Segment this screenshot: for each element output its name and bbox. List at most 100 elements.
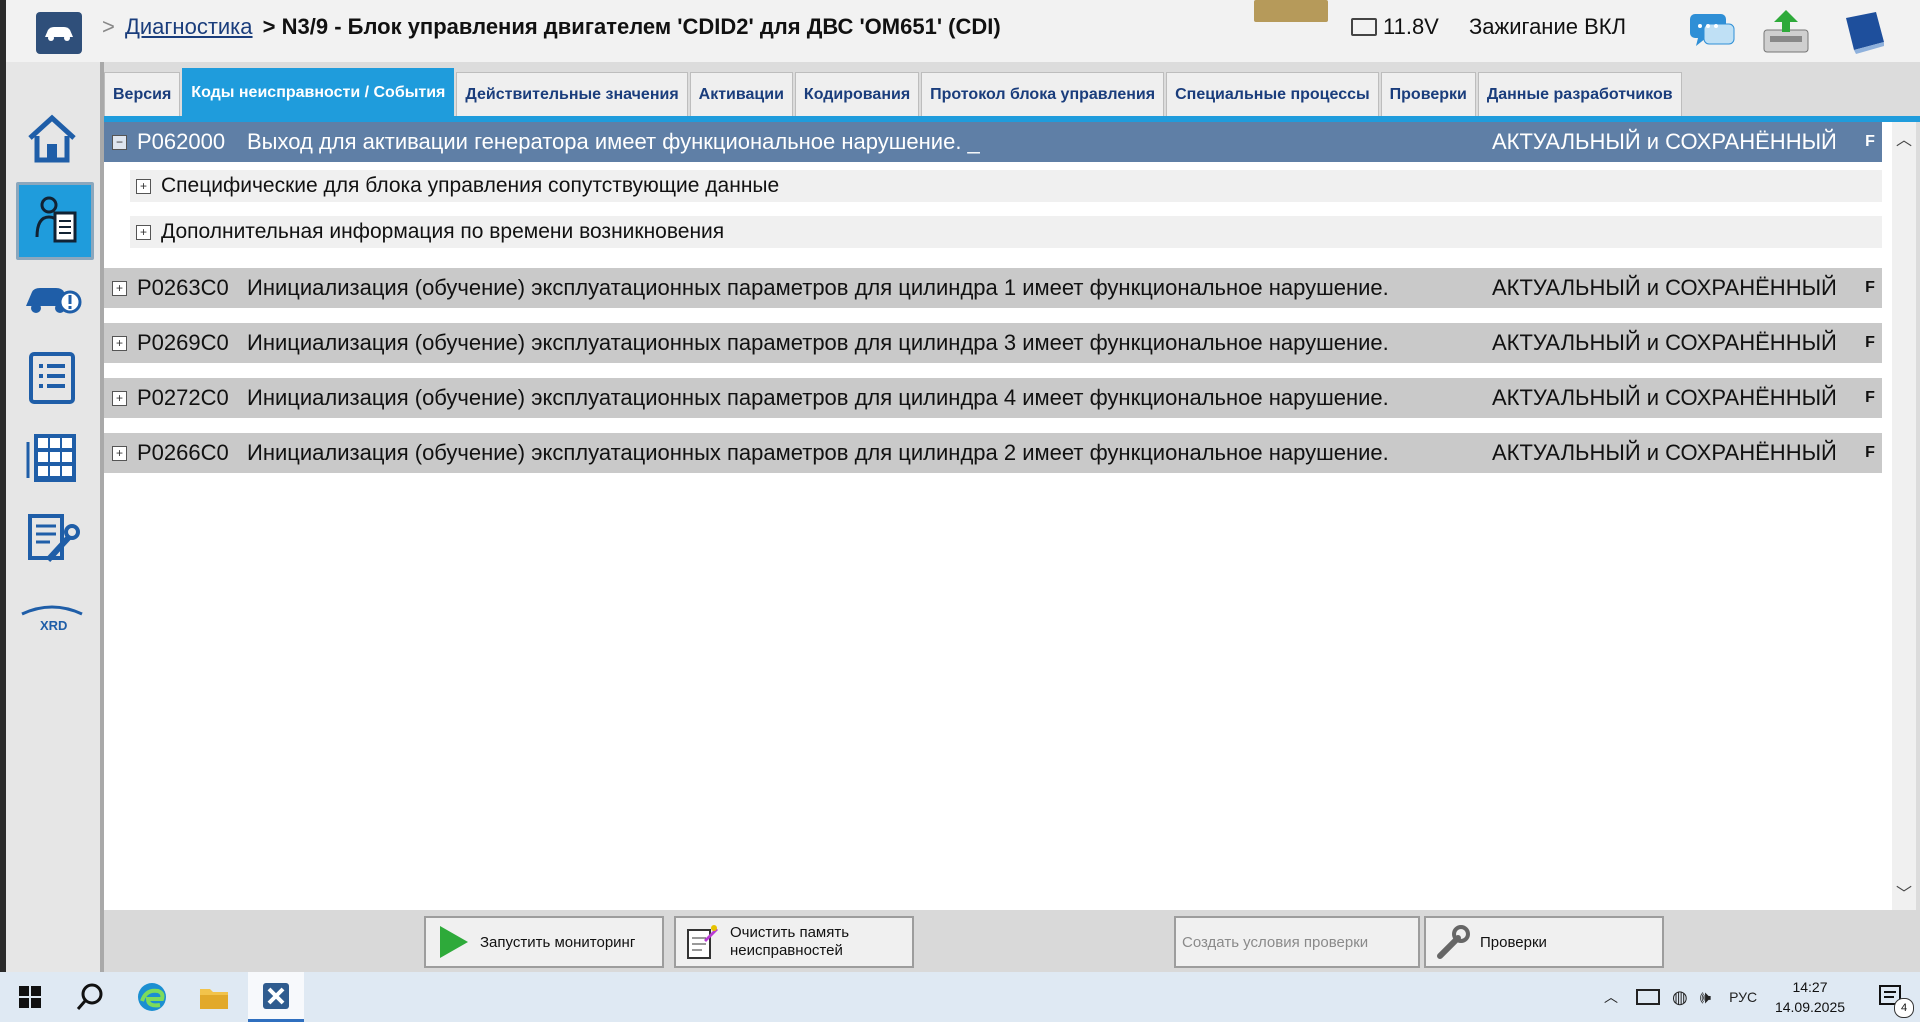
- subrow-label: Дополнительная информация по времени воз…: [161, 220, 725, 243]
- header-bar: > Диагностика > N3/9 - Блок управления д…: [6, 0, 1920, 62]
- language-indicator[interactable]: РУС: [1729, 989, 1757, 1005]
- tab-activations[interactable]: Активации: [689, 72, 793, 118]
- notification-count-badge: 4: [1894, 998, 1914, 1018]
- upload-printer-icon[interactable]: [1758, 6, 1814, 56]
- fault-subrow[interactable]: + Дополнительная информация по времени в…: [130, 216, 1882, 248]
- windows-icon: [19, 986, 41, 1008]
- xentry-app-button[interactable]: [248, 972, 304, 1022]
- tab-version[interactable]: Версия: [104, 72, 181, 118]
- left-navigation: XRD: [6, 62, 104, 972]
- breadcrumb: > Диагностика > N3/9 - Блок управления д…: [102, 14, 1001, 40]
- fault-row[interactable]: − P062000 Выход для активации генератора…: [104, 122, 1882, 162]
- vertical-scrollbar[interactable]: ︿ ﹀: [1892, 122, 1916, 910]
- start-monitoring-label: Запустить мониторинг: [480, 933, 636, 951]
- diagnostics-icon: [35, 196, 77, 243]
- tab-control-unit-log[interactable]: Протокол блока управления: [921, 72, 1165, 118]
- create-test-conditions-button[interactable]: Создать условия проверки: [1174, 916, 1420, 968]
- fault-row[interactable]: + P0272C0 Инициализация (обучение) экспл…: [104, 378, 1882, 418]
- list-icon: [29, 352, 75, 404]
- xrd-logo-icon: XRD: [21, 605, 83, 633]
- nav-xrd[interactable]: XRD: [16, 582, 88, 654]
- fault-description: Инициализация (обучение) эксплуатационны…: [247, 385, 1389, 410]
- fault-code: P062000: [137, 129, 226, 154]
- nav-documents[interactable]: [16, 502, 88, 574]
- globe-icon[interactable]: ◍: [1672, 987, 1688, 1008]
- start-button[interactable]: [2, 972, 58, 1022]
- fault-flag: F: [1865, 444, 1875, 461]
- fault-code: P0272C0: [137, 385, 229, 410]
- clear-memory-line1: Очистить память: [730, 924, 850, 941]
- chat-icon[interactable]: [1684, 6, 1740, 56]
- breadcrumb-diagnostics-link[interactable]: Диагностика: [125, 14, 253, 39]
- system-tray: ︿ ◍ 🕪 РУС: [1604, 972, 1757, 1022]
- nav-diagnostics[interactable]: [16, 182, 94, 260]
- play-icon: [432, 922, 472, 962]
- wrench-icon: [1432, 922, 1472, 962]
- fault-status: АКТУАЛЬНЫЙ и СОХРАНЁННЫЙ: [1492, 330, 1837, 355]
- collapse-icon[interactable]: −: [112, 134, 127, 150]
- expand-icon[interactable]: +: [112, 335, 127, 351]
- toolbox-icon: [1254, 0, 1328, 22]
- windows-taskbar: ︿ ◍ 🕪 РУС 14:27 14.09.2025 4: [0, 972, 1920, 1022]
- home-icon: [28, 114, 76, 163]
- nav-vehicle-alert[interactable]: [16, 262, 88, 334]
- document-wrench-icon: [28, 514, 80, 563]
- tab-developer-data[interactable]: Данные разработчиков: [1477, 72, 1682, 118]
- search-button[interactable]: [62, 972, 118, 1022]
- fault-row[interactable]: + P0266C0 Инициализация (обучение) экспл…: [104, 433, 1882, 473]
- ignition-status: Зажигание ВКЛ: [1469, 14, 1627, 39]
- tab-tests[interactable]: Проверки: [1380, 72, 1476, 118]
- start-monitoring-button[interactable]: Запустить мониторинг: [424, 916, 664, 968]
- nav-modules[interactable]: [16, 422, 88, 494]
- tab-actual-values[interactable]: Действительные значения: [456, 72, 688, 118]
- tab-codings[interactable]: Кодирования: [794, 72, 920, 118]
- tests-button[interactable]: Проверки: [1424, 916, 1664, 968]
- clock-time: 14:27: [1792, 979, 1828, 995]
- tests-label: Проверки: [1480, 933, 1547, 951]
- battery-icon: [1351, 18, 1377, 36]
- battery-voltage: 11.8V: [1351, 14, 1439, 40]
- edge-browser-button[interactable]: [124, 972, 180, 1022]
- clock-date: 14.09.2025: [1774, 999, 1846, 1015]
- battery-tray-icon[interactable]: [1636, 989, 1660, 1005]
- fault-row[interactable]: + P0269C0 Инициализация (обучение) экспл…: [104, 323, 1882, 363]
- voltage-value: 11.8V: [1383, 14, 1439, 39]
- fault-subrow[interactable]: + Специфические для блока управления соп…: [130, 170, 1882, 202]
- scroll-up-icon[interactable]: ︿: [1896, 126, 1912, 150]
- file-explorer-button[interactable]: [186, 972, 242, 1022]
- help-book-icon[interactable]: [1836, 6, 1892, 56]
- clock[interactable]: 14:27 14.09.2025: [1770, 977, 1850, 1017]
- expand-icon[interactable]: +: [112, 445, 127, 461]
- fault-status: АКТУАЛЬНЫЙ и СОХРАНЁННЫЙ: [1492, 275, 1837, 300]
- tab-bar: Версия Коды неисправности / События Дейс…: [104, 68, 1682, 118]
- action-bar: Запустить мониторинг Очистить память неи…: [104, 910, 1920, 972]
- clear-fault-memory-label: Очистить память неисправностей: [730, 924, 849, 960]
- fault-description: Инициализация (обучение) эксплуатационны…: [247, 330, 1389, 355]
- modules-grid-icon: [26, 434, 76, 482]
- fault-flag: F: [1865, 334, 1875, 351]
- nav-list[interactable]: [16, 342, 88, 414]
- nav-home[interactable]: [16, 102, 88, 174]
- create-test-conditions-label: Создать условия проверки: [1182, 933, 1369, 951]
- expand-icon[interactable]: +: [136, 178, 151, 194]
- clear-fault-memory-button[interactable]: Очистить память неисправностей: [674, 916, 914, 968]
- fault-flag: F: [1865, 279, 1875, 296]
- subrow-label: Специфические для блока управления сопут…: [161, 174, 780, 197]
- fault-status: АКТУАЛЬНЫЙ и СОХРАНЁННЫЙ: [1492, 440, 1837, 465]
- fault-row[interactable]: + P0263C0 Инициализация (обучение) экспл…: [104, 268, 1882, 308]
- scroll-down-icon[interactable]: ﹀: [1896, 880, 1912, 904]
- tab-special-procedures[interactable]: Специальные процессы: [1166, 72, 1379, 118]
- expand-icon[interactable]: +: [112, 390, 127, 406]
- app-logo-car-icon[interactable]: [36, 12, 82, 54]
- chevron-up-icon[interactable]: ︿: [1604, 987, 1618, 1007]
- tab-fault-codes[interactable]: Коды неисправности / События: [182, 68, 455, 118]
- expand-icon[interactable]: +: [136, 224, 151, 240]
- breadcrumb-separator: >: [102, 14, 115, 39]
- speaker-icon[interactable]: 🕪: [1700, 987, 1711, 1008]
- fault-code: P0269C0: [137, 330, 229, 355]
- xentry-icon: [263, 982, 289, 1009]
- fault-description: Инициализация (обучение) эксплуатационны…: [247, 440, 1389, 465]
- fault-status: АКТУАЛЬНЫЙ и СОХРАНЁННЫЙ: [1492, 385, 1837, 410]
- notifications-button[interactable]: 4: [1864, 972, 1920, 1022]
- expand-icon[interactable]: +: [112, 280, 127, 296]
